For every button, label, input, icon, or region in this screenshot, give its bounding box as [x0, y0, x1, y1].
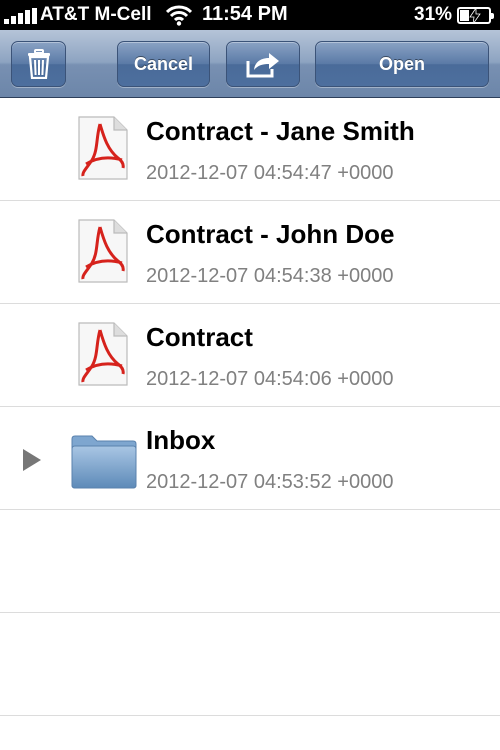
pdf-file-icon — [78, 116, 128, 180]
folder-icon — [71, 435, 137, 489]
folder-title: Inbox — [146, 425, 216, 455]
list-item[interactable]: Inbox 2012-12-07 04:53:52 +0000 — [0, 407, 500, 510]
empty-row — [0, 613, 500, 716]
file-title: Contract - Jane Smith — [146, 116, 415, 146]
battery-icon — [457, 7, 494, 24]
status-bar: AT&T M-Cell 11:54 PM 31% — [0, 0, 500, 30]
cancel-button[interactable]: Cancel — [117, 41, 210, 87]
battery-percentage: 31% — [414, 4, 453, 25]
pdf-file-icon — [78, 322, 128, 386]
pdf-file-icon — [78, 219, 128, 283]
wifi-icon — [166, 5, 192, 26]
clock: 11:54 PM — [202, 3, 288, 25]
file-date: 2012-12-07 04:54:06 +0000 — [146, 368, 394, 390]
file-date: 2012-12-07 04:54:38 +0000 — [146, 265, 394, 287]
carrier-name: AT&T M-Cell — [40, 4, 152, 25]
empty-row — [0, 510, 500, 613]
list-item[interactable]: Contract 2012-12-07 04:54:06 +0000 — [0, 304, 500, 407]
folder-date: 2012-12-07 04:53:52 +0000 — [146, 471, 394, 493]
list-item[interactable]: Contract - Jane Smith 2012-12-07 04:54:4… — [0, 98, 500, 201]
list-item[interactable]: Contract - John Doe 2012-12-07 04:54:38 … — [0, 201, 500, 304]
file-date: 2012-12-07 04:54:47 +0000 — [146, 162, 394, 184]
toolbar: Cancel Open — [0, 30, 500, 98]
file-title: Contract — [146, 322, 253, 352]
disclosure-triangle-icon[interactable] — [23, 449, 41, 471]
trash-icon — [27, 49, 50, 79]
file-title: Contract - John Doe — [146, 219, 395, 249]
open-button[interactable]: Open — [315, 41, 489, 87]
signal-strength-icon — [4, 8, 38, 24]
charging-bolt-icon — [469, 8, 481, 24]
delete-button[interactable] — [11, 41, 66, 87]
file-list: Contract - Jane Smith 2012-12-07 04:54:4… — [0, 98, 500, 716]
share-icon — [246, 53, 279, 78]
share-button[interactable] — [226, 41, 300, 87]
